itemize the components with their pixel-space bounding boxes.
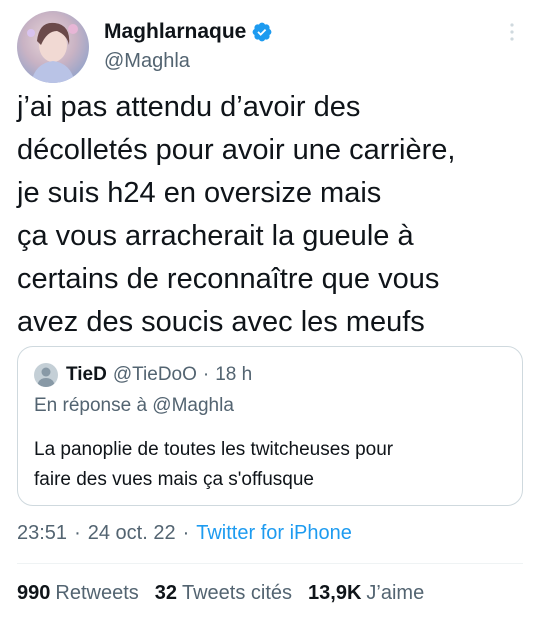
engagement-stats: 990 Retweets 32 Tweets cités 13,9K J’aime [17,578,440,608]
quoted-author-avatar[interactable] [34,363,58,387]
author-display-name[interactable]: Maghlarnaque [104,20,246,44]
quoted-display-name[interactable]: TieD [66,364,107,386]
default-user-icon [37,367,55,387]
tweet-meta: 23:51 · 24 oct. 22 · Twitter for iPhone [17,519,352,547]
retweets-label: Retweets [55,581,139,604]
author-handle[interactable]: @Maghla [104,50,190,73]
quoted-text: La panoplie de toutes les twitcheuses po… [34,439,394,490]
tweet-text: j’ai pas attendu d’avoir des décolletés … [17,91,456,338]
retweets-count: 990 [17,581,51,604]
quoted-header: TieD @TieDoO · 18 h [66,361,252,389]
likes-label: J’aime [366,581,425,604]
quoted-handle[interactable]: @TieDoO [113,364,197,386]
likes-count: 13,9K [308,581,362,604]
author-name-row: Maghlarnaque [104,18,273,46]
divider [17,563,523,564]
tweet-time[interactable]: 23:51 [17,522,67,545]
quote-tweets-count: 32 [154,581,177,604]
tweet: Maghlarnaque @Maghla j’ai pas attendu d’… [0,0,540,631]
stat-retweets[interactable]: 990 Retweets [17,582,139,605]
quote-tweets-label: Tweets cités [182,581,293,604]
author-avatar[interactable] [17,11,89,83]
stat-quote-tweets[interactable]: 32 Tweets cités [155,582,292,605]
meta-separator: · [74,521,81,544]
quoted-separator: · [202,364,210,385]
avatar-image [27,22,78,83]
meta-separator: · [182,521,190,544]
quoted-time[interactable]: 18 h [215,364,252,386]
tweet-source-link[interactable]: Twitter for iPhone [196,522,352,545]
verified-badge-icon [251,21,273,43]
stat-likes[interactable]: 13,9K J’aime [308,582,424,605]
tweet-date[interactable]: 24 oct. 22 [88,522,176,545]
quoted-reply-to: En réponse à @Maghla [34,395,234,416]
more-vertical-icon[interactable] [502,20,522,44]
quoted-tweet-card[interactable]: TieD @TieDoO · 18 h En réponse à @Maghla… [17,346,523,506]
